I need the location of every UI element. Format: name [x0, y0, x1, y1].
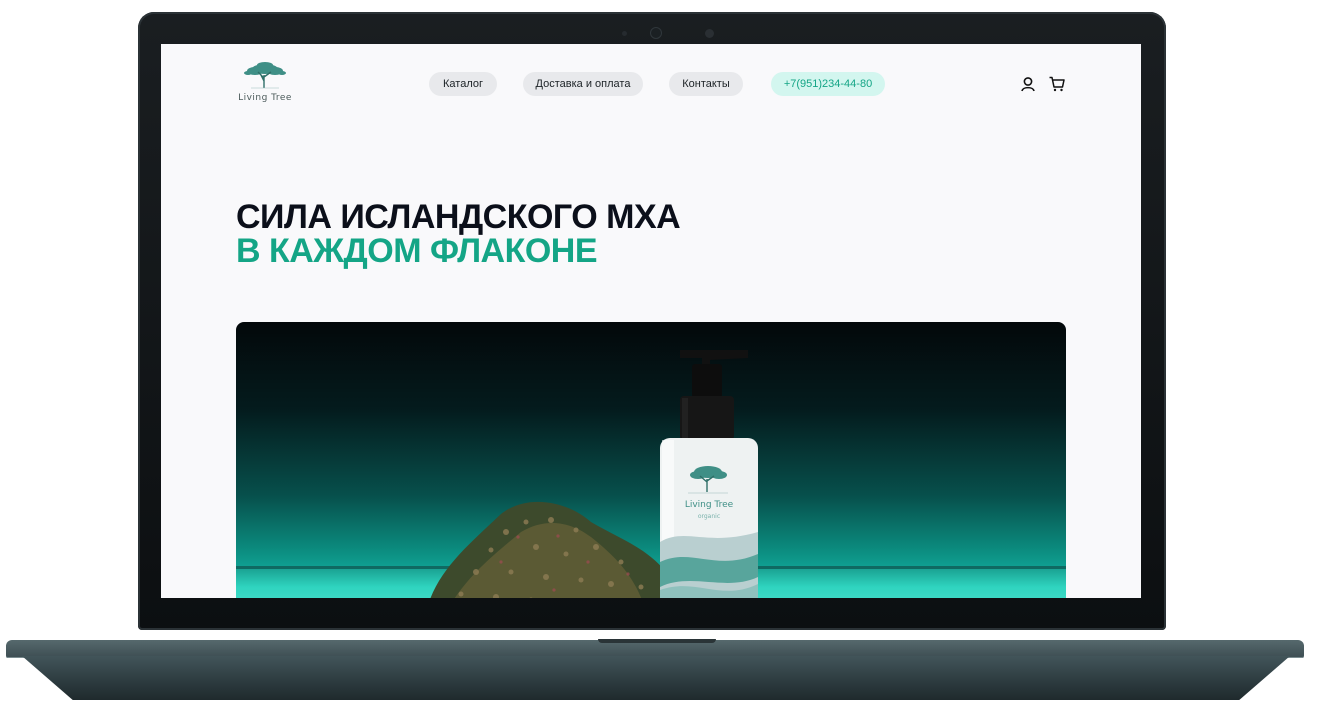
nav-contacts[interactable]: Контакты [669, 72, 743, 96]
laptop-base [0, 626, 1317, 704]
phone-link[interactable]: +7(951)234-44-80 [771, 72, 885, 96]
sensor-dot [622, 31, 627, 36]
hero-title-line1: СИЛА ИСЛАНДСКОГО МХА [236, 198, 681, 236]
tree-logo-icon [244, 62, 286, 89]
product-photo [430, 350, 758, 598]
laptop-hinge [598, 639, 716, 643]
laptop-bottom [22, 656, 1290, 700]
bottle-brand-label: Living Tree [684, 500, 734, 510]
cart-icon[interactable] [1048, 75, 1066, 93]
nav-delivery[interactable]: Доставка и оплата [523, 72, 643, 96]
hero-title-line2: В КАЖДОМ ФЛАКОНЕ [236, 232, 598, 270]
logo-text: Living Tree [238, 93, 292, 103]
webcam [651, 28, 661, 38]
moss-illustration [430, 501, 673, 598]
website-screen: Living Tree Каталог Доставка и оплата Ко… [161, 44, 1141, 598]
site-header: Living Tree Каталог Доставка и оплата Ко… [161, 44, 1141, 124]
product-bottle [660, 350, 758, 598]
logo[interactable]: Living Tree [233, 60, 297, 108]
sensor-dot [705, 29, 714, 38]
user-icon[interactable] [1019, 75, 1037, 93]
hero-title: СИЛА ИСЛАНДСКОГО МХА В КАЖДОМ ФЛАКОНЕ [236, 198, 681, 270]
hero-banner: Living Tree organic [236, 322, 1066, 598]
bottle-sub-label: organic [697, 513, 721, 520]
nav-catalog[interactable]: Каталог [429, 72, 497, 96]
